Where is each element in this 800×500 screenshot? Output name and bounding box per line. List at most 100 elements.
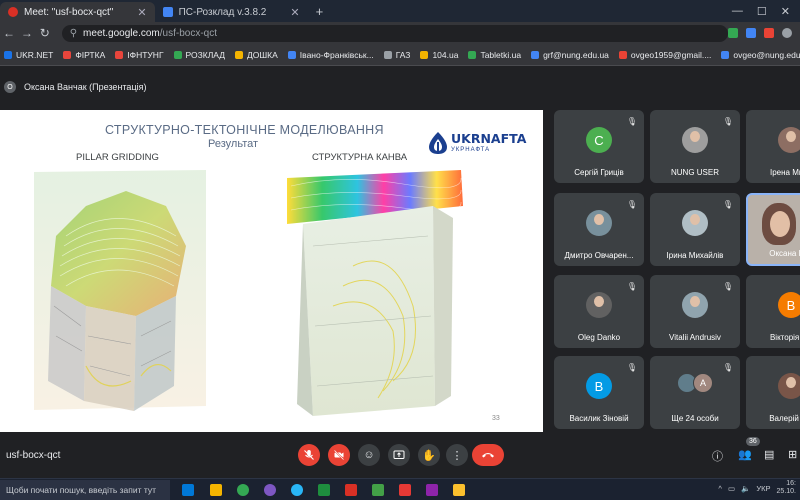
bookmark-label: 104.ua	[432, 49, 459, 60]
bookmark-item[interactable]: ГАЗ	[383, 49, 411, 60]
tab-schedule[interactable]: ПС-Розклад v.3.8.2 ✕	[155, 2, 308, 22]
app-icon[interactable]	[372, 484, 384, 496]
people-button[interactable]: 👥	[738, 448, 752, 461]
participant-tile[interactable]: 🎙Ірена Мисл	[746, 110, 800, 183]
tab-title: Meet: "usf-bocx-qct"	[24, 6, 114, 18]
chat-button[interactable]: ▤	[764, 448, 774, 461]
participant-name: Oleg Danko	[577, 333, 621, 342]
bookmark-item[interactable]: 104.ua	[420, 50, 458, 60]
telegram-icon[interactable]	[291, 484, 303, 496]
bookmark-item[interactable]: ІФНТУНГ	[115, 50, 164, 60]
structural-frame-label: СТРУКТУРНА КАНВА	[312, 152, 408, 163]
participant-tile[interactable]: 🎙 Ірина Михайлів	[650, 193, 740, 266]
present-screen-icon	[393, 450, 405, 459]
meeting-code: usf-bocx-qct	[6, 450, 61, 461]
system-tray: ^ ▭ 🔈 УКР 16: 25.10.	[718, 480, 796, 496]
shared-slide: СТРУКТУРНО-ТЕКТОНІЧНЕ МОДЕЛЮВАННЯ Резуль…	[0, 110, 543, 432]
bookmark-icon	[4, 50, 12, 59]
bookmark-item[interactable]: Івано-Франківськ...	[287, 50, 374, 60]
bookmark-item[interactable]: Tabletki.ua	[468, 50, 521, 60]
close-tab-icon[interactable]: ✕	[137, 6, 146, 19]
participant-tile[interactable]: Оксана Ван	[746, 193, 800, 266]
viber-icon[interactable]	[264, 484, 276, 496]
app-icon[interactable]	[453, 484, 465, 496]
minimize-icon[interactable]: —	[732, 5, 743, 17]
profile-icon[interactable]	[782, 28, 793, 38]
back-icon[interactable]: ←	[0, 26, 18, 40]
site-info-icon[interactable]: ⚲	[70, 28, 77, 39]
bookmark-item[interactable]: ФІРТКА	[63, 50, 105, 60]
participant-tile[interactable]: 🎙 A Ще 24 особи	[650, 356, 740, 429]
avatar-group: A	[677, 373, 713, 393]
activities-button[interactable]: ⊞	[788, 448, 797, 461]
avatar: В	[778, 292, 800, 318]
extension-icon[interactable]	[764, 28, 775, 38]
participant-tile[interactable]: 🎙ВВікторія Тю	[746, 275, 800, 348]
bookmark-label: ГАЗ	[395, 49, 411, 60]
participant-name: Ірина Михайлів	[666, 251, 724, 260]
participant-name: Дмитро Овчарен...	[564, 251, 634, 260]
bookmark-label: grf@nung.edu.ua	[543, 49, 609, 60]
slide-title: СТРУКТУРНО-ТЕКТОНІЧНЕ МОДЕЛЮВАННЯ	[105, 123, 384, 137]
avatar	[682, 292, 708, 318]
participant-name: Оксана Ван	[769, 249, 800, 258]
new-tab-button[interactable]: +	[308, 4, 332, 22]
participant-tile[interactable]: 🎙 Oleg Danko	[554, 275, 644, 348]
participant-tile[interactable]: 🎙 Дмитро Овчарен...	[554, 193, 644, 266]
close-tab-icon[interactable]: ✕	[290, 6, 299, 19]
bookmark-item[interactable]: UKR.NET	[4, 50, 53, 60]
participant-tile[interactable]: 🎙 В Василик Зіновій	[554, 356, 644, 429]
bookmark-item[interactable]: grf@nung.edu.ua	[531, 50, 609, 60]
photo-face	[690, 131, 700, 142]
network-icon[interactable]: ▭	[728, 484, 735, 493]
ukrnafta-logo: UKRNAFTA УКРНАФТА	[428, 131, 526, 155]
file-explorer-icon[interactable]	[210, 484, 222, 496]
participant-tile[interactable]: 🎙Валерій Ом	[746, 356, 800, 429]
participant-tile[interactable]: 🎙 NUNG USER	[650, 110, 740, 183]
bookmark-item[interactable]: ovgeo1959@gmail....	[618, 50, 711, 60]
participant-tile[interactable]: 🎙 Vitalii Andrusiv	[650, 275, 740, 348]
leave-call-button[interactable]	[472, 444, 504, 466]
logo-sub: УКРНАФТА	[451, 146, 491, 153]
tray-chevron-icon[interactable]: ^	[718, 484, 722, 493]
close-window-icon[interactable]: ✕	[781, 5, 790, 18]
bookmark-icon	[531, 50, 540, 59]
url-field[interactable]: ⚲ meet.google.com/usf-bocx-qct	[61, 24, 729, 42]
pdf-reader-icon[interactable]	[345, 484, 357, 496]
more-vert-icon: ⋮	[451, 449, 463, 462]
participant-name: Вікторія Тю	[769, 333, 800, 342]
maximize-icon[interactable]: ☐	[757, 5, 767, 18]
reload-icon[interactable]: ↻	[36, 26, 54, 40]
input-language[interactable]: УКР	[756, 484, 770, 493]
bookmark-item[interactable]: ДОШКА	[235, 50, 278, 60]
taskbar-search-input[interactable]: Щоби почати пошук, введіть запит тут	[0, 480, 170, 500]
bookmark-label: РОЗКЛАД	[185, 49, 226, 60]
volume-icon[interactable]: 🔈	[741, 484, 750, 493]
tab-meet[interactable]: Meet: "usf-bocx-qct" ✕	[0, 2, 155, 22]
record-icon	[8, 7, 18, 17]
present-button[interactable]	[388, 444, 410, 466]
reactions-button[interactable]: ☺	[358, 444, 380, 466]
camera-off-button[interactable]	[328, 444, 350, 466]
more-options-button[interactable]: ⋮	[446, 444, 468, 466]
task-view-icon[interactable]	[182, 484, 194, 496]
app-icon[interactable]	[426, 484, 438, 496]
chrome-icon[interactable]	[237, 484, 249, 496]
participant-name: Ірена Мисл	[769, 168, 800, 177]
mic-off-button[interactable]	[298, 444, 320, 466]
extension-icon[interactable]	[746, 28, 757, 38]
clock[interactable]: 16: 25.10.	[777, 480, 796, 496]
windows-taskbar: Щоби почати пошук, введіть запит тут ^ ▭…	[0, 478, 800, 500]
extension-icon[interactable]	[728, 28, 739, 38]
participant-tile[interactable]: 🎙 С Сергій Гриців	[554, 110, 644, 183]
raise-hand-button[interactable]: ✋	[418, 444, 440, 466]
meeting-info-button[interactable]: ⓘ	[712, 448, 723, 464]
app-icon[interactable]	[399, 484, 411, 496]
bookmark-item[interactable]: РОЗКЛАД	[173, 49, 226, 60]
mic-muted-icon: 🎙	[626, 363, 638, 372]
avatar	[586, 292, 612, 318]
forward-icon[interactable]: →	[18, 26, 36, 40]
excel-icon[interactable]	[318, 484, 330, 496]
bookmark-item[interactable]: ovgeo@nung.edu.ua	[721, 50, 800, 60]
mic-muted-icon: 🎙	[626, 117, 638, 126]
